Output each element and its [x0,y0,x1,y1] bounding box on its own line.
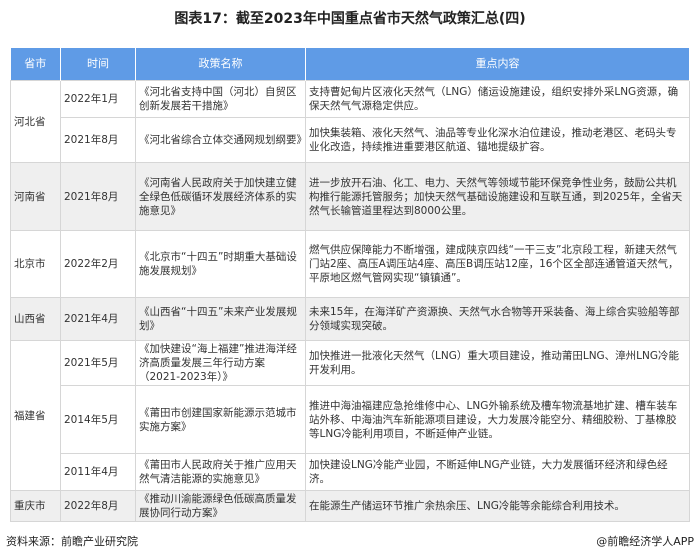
header-time: 时间 [60,48,136,81]
cell-content: 在能源生产储运环节推广余热余压、LNG冷能等余能综合利用技术。 [305,490,690,522]
cell-time: 2022年2月 [60,230,136,298]
cell-province: 重庆市 [10,490,61,522]
policy-table: 省市 时间 政策名称 重点内容 河北省 2022年1月 《河北省支持中国（河北）自贸… [10,48,690,522]
header-content: 重点内容 [305,48,690,81]
cell-policy: 《河南省人民政府关于加快建立健全绿色低碳循环发展经济体系的实施意见》 [135,162,306,231]
table-row: 河北省 2022年1月 《河北省支持中国（河北）自贸区创新发展若干措施》 支持曹妃甸片… [10,80,690,163]
cell-time: 2022年8月 [60,490,136,522]
table-row: 2011年4月 《莆田市人民政府关于推广应用天然气清洁能源的实施意见》 加快建设LN… [11,453,690,491]
cell-policy: 《加快建设“海上福建”推进海洋经济高质量发展三年行动方案（2021-2023年）… [135,340,306,386]
cell-content: 燃气供应保障能力不断增强，建成陕京四线“一干三支”北京段工程，新建天然气门站2座… [305,230,690,298]
table-row: 2021年8月 《河北省综合立体交通网规划纲要》 加快集装箱、液化天然气、油品等专业… [11,117,690,163]
cell-time: 2021年4月 [60,297,136,341]
cell-province: 河南省 [10,162,61,231]
cell-content: 进一步放开石油、化工、电力、天然气等领域节能环保竞争性业务，鼓励公共机构推行能源… [305,162,690,231]
cell-content: 加快建设LNG冷能产业园，不断延伸LNG产业链，大力发展循环经济和绿色经济。 [305,453,690,491]
cell-content: 支持曹妃甸片区液化天然气（LNG）储运设施建设，组织安排外采LNG资源，确保天然… [305,80,690,118]
cell-policy: 《莆田市创建国家新能源示范城市实施方案》 [135,385,306,454]
cell-content: 加快集装箱、液化天然气、油品等专业化深水泊位建设，推动老港区、老码头专业化改造，… [305,117,690,163]
table-row: 重庆市 2022年8月 《推动川渝能源绿色低碳高质量发展协同行动方案》 在能源生产储运… [10,490,690,522]
header-policy: 政策名称 [135,48,306,81]
cell-time: 2021年8月 [60,117,136,163]
cell-province: 山西省 [10,297,61,341]
cell-policy: 《推动川渝能源绿色低碳高质量发展协同行动方案》 [135,490,306,522]
brand-credit: @前瞻经济学人APP [596,535,694,548]
cell-province: 福建省 [10,340,61,491]
table-row: 山西省 2021年4月 《山西省“十四五”未来产业发展规划》 未来15年，在海洋矿产资… [10,297,690,341]
table-row: 北京市 2022年2月 《北京市“十四五”时期重大基础设施发展规划》 燃气供应保障能力… [10,230,690,298]
source-note: 资料来源：前瞻产业研究院 [6,535,138,548]
cell-time: 2014年5月 [60,385,136,454]
chart-title: 图表17：截至2023年中国重点省市天然气政策汇总(四) [174,11,526,27]
cell-province: 北京市 [10,230,61,298]
cell-policy: 《河北省支持中国（河北）自贸区创新发展若干措施》 [135,80,306,118]
table-row: 河南省 2021年8月 《河南省人民政府关于加快建立健全绿色低碳循环发展经济体系的实… [10,162,690,231]
cell-time: 2021年8月 [60,162,136,231]
cell-policy: 《莆田市人民政府关于推广应用天然气清洁能源的实施意见》 [135,453,306,491]
cell-province: 河北省 [10,80,61,163]
cell-time: 2011年4月 [60,453,136,491]
table-row: 福建省 2021年5月 《加快建设“海上福建”推进海洋经济高质量发展三年行动方案（2… [10,340,690,491]
cell-time: 2021年5月 [60,340,136,386]
cell-policy: 《山西省“十四五”未来产业发展规划》 [135,297,306,341]
cell-policy: 《河北省综合立体交通网规划纲要》 [135,117,307,163]
cell-content: 推进中海油福建应急抢维修中心、LNG外输系统及槽车物流基地扩建、槽车装车站外移、… [305,385,690,454]
table-row: 2014年5月 《莆田市创建国家新能源示范城市实施方案》 推进中海油福建应急抢维修中… [11,385,690,454]
cell-content: 未来15年，在海洋矿产资源换、天然气水合物等开采装备、海上综合实验船等部分领域实… [305,297,690,341]
table-header: 省市 时间 政策名称 重点内容 [10,48,690,81]
cell-content: 加快推进一批液化天然气（LNG）重大项目建设，推动莆田LNG、漳州LNG冷能开发… [305,340,690,386]
cell-policy: 《北京市“十四五”时期重大基础设施发展规划》 [135,230,306,298]
header-province: 省市 [10,48,61,81]
cell-time: 2022年1月 [60,80,136,118]
